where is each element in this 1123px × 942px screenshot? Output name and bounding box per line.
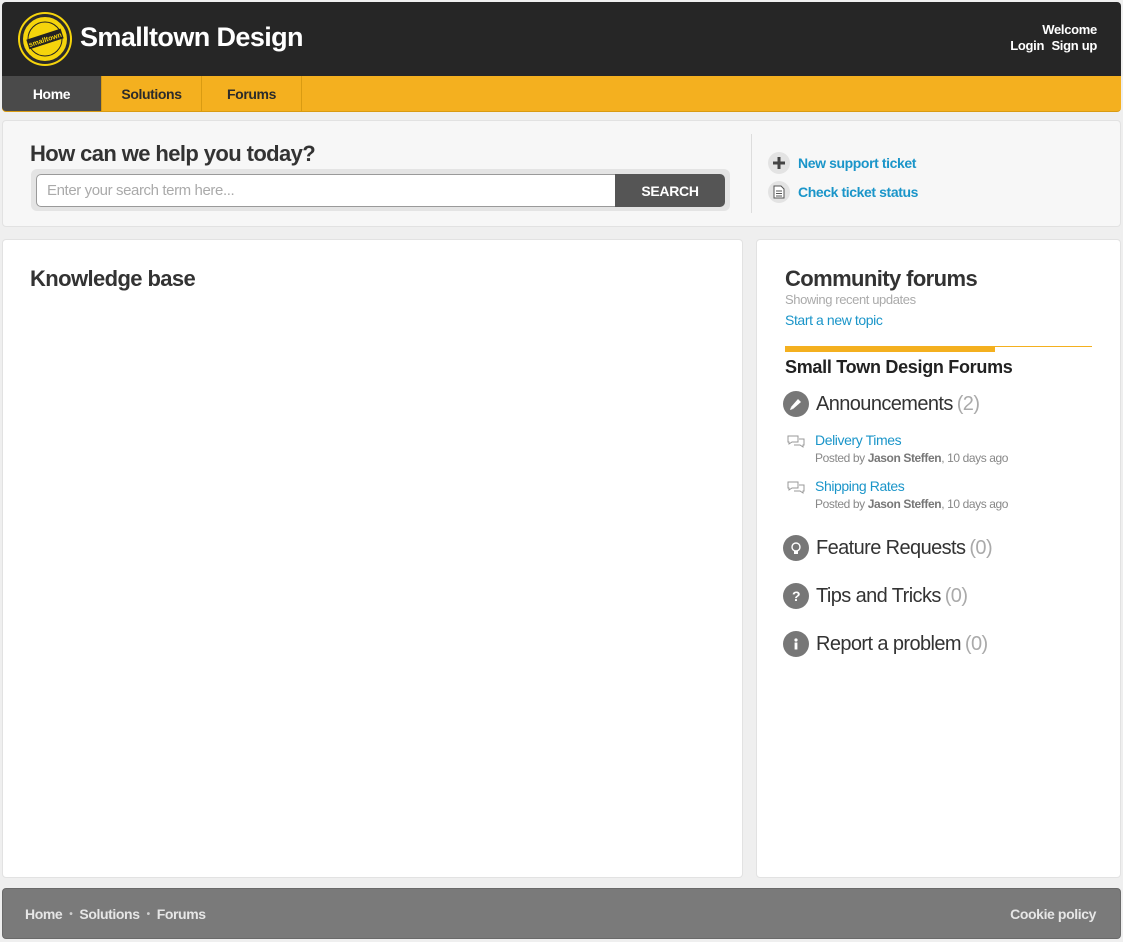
category-name[interactable]: Feature Requests [816, 537, 966, 560]
topic-item: Delivery Times Posted by Jason Steffen, … [787, 431, 1008, 467]
footer-nav: Home • Solutions • Forums [25, 906, 206, 922]
category-count: (0) [944, 584, 968, 607]
forum-name: Small Town Design Forums [785, 357, 1013, 377]
topic-author[interactable]: Jason Steffen [868, 451, 942, 465]
section-rule-accent [785, 346, 995, 352]
footer-separator: • [146, 908, 151, 920]
community-subtitle: Showing recent updates [785, 292, 916, 307]
question-icon: ? [783, 583, 809, 609]
category-feature-requests[interactable]: Feature Requests (0) [783, 535, 993, 561]
category-name[interactable]: Tips and Tricks [816, 585, 941, 608]
tab-forums[interactable]: Forums [202, 76, 302, 111]
knowledge-base-panel: Knowledge base [2, 239, 743, 878]
main-nav: Home Solutions Forums [2, 76, 1121, 112]
category-announcements[interactable]: Announcements (2) [783, 391, 980, 417]
new-support-ticket-link[interactable]: New support ticket [768, 148, 918, 177]
signup-link[interactable]: Sign up [1051, 38, 1097, 53]
tab-home[interactable]: Home [2, 76, 102, 111]
category-tips-and-tricks[interactable]: ? Tips and Tricks (0) [783, 583, 968, 609]
divider [751, 134, 752, 213]
ticket-links: New support ticket Check ticket status [768, 148, 918, 206]
welcome-area: Welcome Login Sign up [1006, 22, 1097, 54]
new-support-ticket-label[interactable]: New support ticket [798, 155, 916, 171]
speech-bubbles-icon [787, 481, 805, 494]
lightbulb-icon [783, 535, 809, 561]
knowledge-base-title: Knowledge base [30, 266, 196, 291]
category-count: (2) [956, 392, 980, 415]
topic-author[interactable]: Jason Steffen [868, 497, 942, 511]
check-ticket-status-label[interactable]: Check ticket status [798, 184, 918, 200]
smalltown-logo[interactable]: smalltown [20, 14, 70, 64]
svg-text:?: ? [792, 588, 800, 604]
category-count: (0) [964, 632, 988, 655]
check-ticket-status-link[interactable]: Check ticket status [768, 177, 918, 206]
plus-icon [768, 151, 790, 174]
topic-title[interactable]: Shipping Rates [815, 477, 1008, 495]
search-bar: SEARCH [31, 169, 730, 211]
site-footer: Home • Solutions • Forums Cookie policy [2, 888, 1121, 939]
topic-item: Shipping Rates Posted by Jason Steffen, … [787, 477, 1008, 513]
footer-link-home[interactable]: Home [25, 906, 63, 922]
community-title: Community forums [785, 266, 978, 291]
category-name[interactable]: Announcements [816, 393, 953, 416]
welcome-text: Welcome [1042, 22, 1097, 37]
brand-title[interactable]: Smalltown Design [80, 22, 304, 53]
speech-bubbles-icon [787, 435, 805, 448]
category-name[interactable]: Report a problem [816, 633, 962, 656]
login-link[interactable]: Login [1010, 38, 1044, 53]
start-new-topic-link[interactable]: Start a new topic [785, 312, 883, 328]
logo-badge-icon: smalltown [24, 18, 66, 60]
footer-link-forums[interactable]: Forums [157, 906, 206, 922]
info-icon [783, 631, 809, 657]
footer-link-solutions[interactable]: Solutions [79, 906, 140, 922]
cookie-policy-link[interactable]: Cookie policy [1010, 906, 1096, 922]
community-forums-panel: Community forums Showing recent updates … [756, 239, 1121, 878]
category-report-a-problem[interactable]: Report a problem (0) [783, 631, 988, 657]
help-title: How can we help you today? [30, 141, 316, 166]
megaphone-icon [783, 391, 809, 417]
document-icon [768, 180, 790, 203]
help-panel: How can we help you today? SEARCH New su… [2, 120, 1121, 227]
topic-meta: Posted by Jason Steffen, 10 days ago [815, 451, 1009, 465]
category-count: (0) [969, 536, 993, 559]
topic-title[interactable]: Delivery Times [815, 431, 1008, 449]
search-button[interactable]: SEARCH [615, 174, 725, 207]
tab-solutions[interactable]: Solutions [102, 76, 202, 111]
search-input[interactable] [36, 174, 616, 207]
topic-meta: Posted by Jason Steffen, 10 days ago [815, 497, 1009, 511]
footer-separator: • [69, 908, 73, 920]
site-header: smalltown Smalltown Design Welcome Login… [2, 2, 1121, 76]
